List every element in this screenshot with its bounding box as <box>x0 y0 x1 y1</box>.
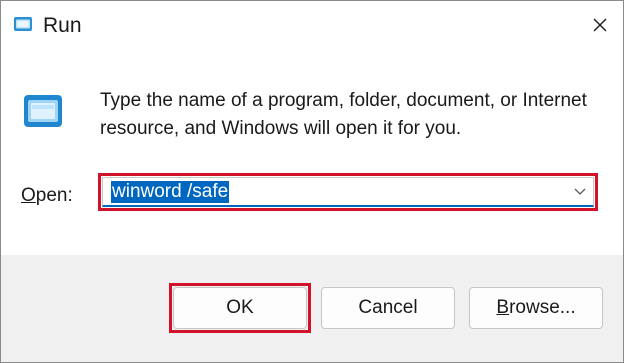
browse-label-rest: rowse... <box>509 297 576 318</box>
close-icon <box>593 18 607 32</box>
combo-highlight-box <box>98 173 598 211</box>
run-dialog: Run Type the name of a program, folder, … <box>0 0 624 363</box>
dialog-content: Type the name of a program, folder, docu… <box>1 49 623 255</box>
open-label: Open: <box>21 184 73 208</box>
browse-mnemonic: B <box>496 297 510 318</box>
cancel-button[interactable]: Cancel <box>321 287 455 329</box>
close-button[interactable] <box>577 1 623 49</box>
run-app-icon <box>14 17 32 31</box>
window-title: Run <box>43 14 82 37</box>
browse-button[interactable]: Browse... <box>469 287 603 329</box>
description-text: Type the name of a program, folder, docu… <box>100 90 587 139</box>
ok-highlight-box <box>169 283 311 333</box>
title-bar[interactable]: Run <box>1 1 623 49</box>
button-bar: OK Cancel Browse... <box>1 255 623 362</box>
open-label-rest: pen: <box>35 185 73 206</box>
open-label-mnemonic: O <box>21 185 36 206</box>
run-app-icon <box>24 95 62 127</box>
